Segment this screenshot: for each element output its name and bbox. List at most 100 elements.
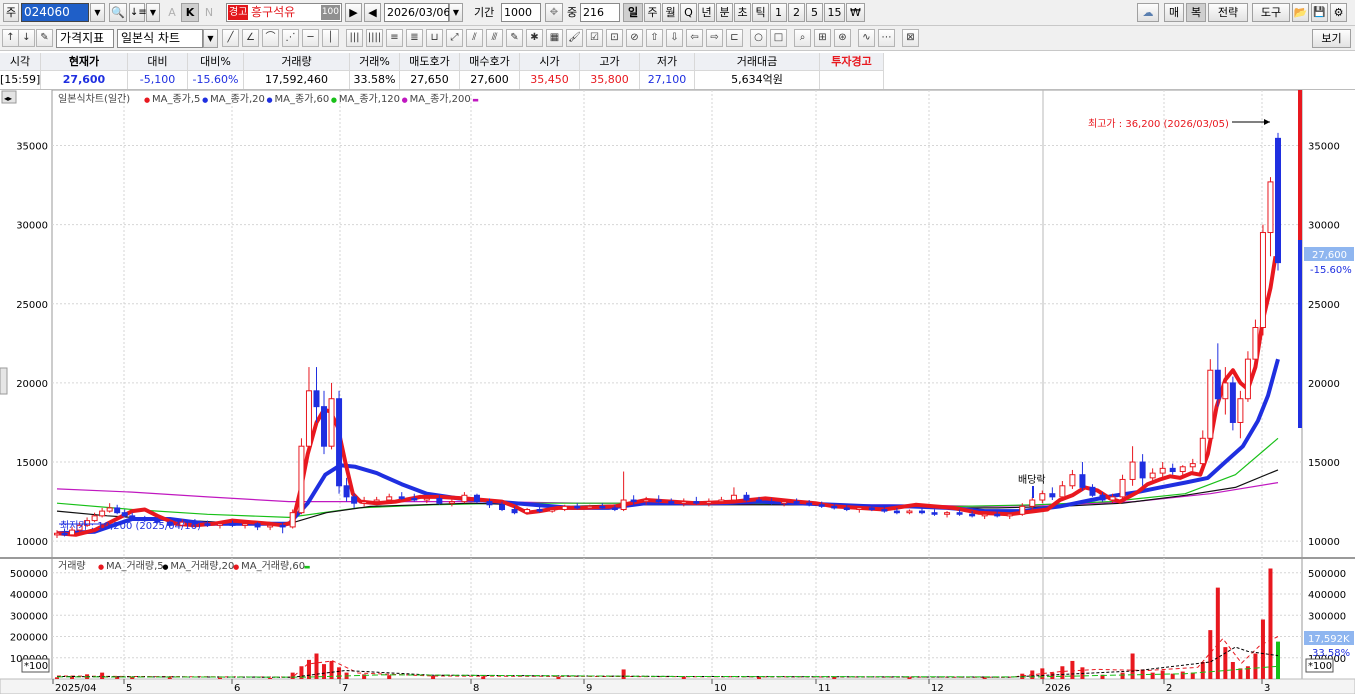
next-stock-button[interactable]: ▶ bbox=[345, 3, 362, 22]
cycle-tool-icon[interactable]: |||| bbox=[366, 29, 383, 47]
rect-tool-icon[interactable]: □ bbox=[770, 29, 787, 47]
arc-tool-icon[interactable]: ⌒ bbox=[262, 29, 279, 47]
candle-body bbox=[586, 505, 593, 509]
n-toggle[interactable]: N bbox=[203, 3, 215, 22]
memo-tool-icon[interactable]: ⊏ bbox=[726, 29, 743, 47]
x-tick-label: 6 bbox=[234, 683, 240, 694]
count-input[interactable]: 216 bbox=[580, 3, 620, 22]
dash-tool-icon[interactable]: ⋯ bbox=[878, 29, 895, 47]
timeframe-button[interactable]: Q bbox=[680, 3, 697, 22]
timeframe-button[interactable]: 분 bbox=[716, 3, 733, 22]
plot-frame bbox=[51, 90, 1303, 680]
eraser-tool-icon[interactable]: ⊠ bbox=[902, 29, 919, 47]
channel-tool-icon[interactable]: ⫽ bbox=[466, 29, 483, 47]
quote-value: 27,650 bbox=[400, 71, 460, 89]
stock-name-field[interactable]: 경고 흥구석유 100 bbox=[226, 3, 342, 22]
pencil-tool-icon[interactable]: ✎ bbox=[506, 29, 523, 47]
up-tool-icon[interactable]: ⇧ bbox=[646, 29, 663, 47]
candle-body bbox=[106, 507, 113, 512]
up-arrow-icon[interactable]: ↑ bbox=[2, 29, 19, 47]
timeframe-button[interactable]: 월 bbox=[662, 3, 679, 22]
vline-tool-icon[interactable]: │ bbox=[322, 29, 339, 47]
candle-body bbox=[1189, 463, 1196, 468]
date-input[interactable]: 2026/03/06 bbox=[384, 3, 450, 22]
chart-type-dropdown-icon[interactable]: ▼ bbox=[203, 29, 218, 48]
y-tick-label-left: 10000 bbox=[16, 537, 48, 548]
timeframe-button[interactable]: 틱 bbox=[752, 3, 769, 22]
stock-chart[interactable]: ◂▸ 2025/04 5 6 7 8 9 10 11 12 2026 2 3 10000 10000 1500… bbox=[0, 90, 1355, 694]
x-tick-label: 8 bbox=[473, 683, 479, 694]
fibo-tool-icon[interactable]: ≣ bbox=[406, 29, 423, 47]
timeframe-button[interactable]: 주 bbox=[644, 3, 661, 22]
left-tool-icon[interactable]: ⇦ bbox=[686, 29, 703, 47]
prev-stock-button[interactable]: ◀ bbox=[364, 3, 381, 22]
target-tool-icon[interactable]: ⊛ bbox=[834, 29, 851, 47]
sell-button[interactable]: 매 bbox=[1164, 3, 1184, 22]
candle-body bbox=[321, 406, 328, 447]
a-toggle[interactable]: A bbox=[166, 3, 178, 22]
bar-tool-icon[interactable]: ⊔ bbox=[426, 29, 443, 47]
parallel-tool-icon[interactable]: ⫻ bbox=[486, 29, 503, 47]
price-legend-item: MA_종가,5 bbox=[152, 93, 200, 105]
timeframe-button[interactable]: ₩ bbox=[846, 3, 865, 22]
timeframe-button[interactable]: 일 bbox=[623, 3, 643, 22]
line-tool-icon[interactable]: ╱ bbox=[222, 29, 239, 47]
circle-tool-icon[interactable]: ○ bbox=[750, 29, 767, 47]
edit-icon[interactable]: ✎ bbox=[36, 29, 53, 47]
x-tick-label: 12 bbox=[931, 683, 944, 694]
brush-tool-icon[interactable]: 🖌 bbox=[566, 29, 583, 47]
zoom-tool-icon[interactable]: ⌕ bbox=[794, 29, 811, 47]
candle-body bbox=[668, 501, 675, 504]
timeframe-button[interactable]: 15 bbox=[824, 3, 845, 22]
crosshair-icon[interactable]: ✥ bbox=[545, 3, 563, 22]
candle-body bbox=[743, 494, 750, 501]
hline-tool-icon[interactable]: ─ bbox=[302, 29, 319, 47]
date-dropdown-icon[interactable]: ▼ bbox=[449, 3, 463, 22]
grid-tool-icon[interactable]: ||| bbox=[346, 29, 363, 47]
period-input[interactable]: 1000 bbox=[501, 3, 541, 22]
fan-tool-icon[interactable]: ⋰ bbox=[282, 29, 299, 47]
magic-tool-icon[interactable]: ✱ bbox=[526, 29, 543, 47]
y-tick-label-right: 25000 bbox=[1308, 300, 1340, 311]
cloud-icon[interactable]: ☁ bbox=[1137, 3, 1159, 22]
stock-code-input[interactable]: 024060 bbox=[21, 3, 89, 22]
save-icon[interactable]: 💾 bbox=[1311, 3, 1328, 22]
measure-tool-icon[interactable]: ⊘ bbox=[626, 29, 643, 47]
indicator-dropdown[interactable]: 가격지표 bbox=[56, 29, 114, 48]
sort-dropdown-icon[interactable]: ▼ bbox=[146, 3, 160, 22]
tools-button[interactable]: 도구 bbox=[1252, 3, 1290, 22]
settings-icon[interactable]: ⚙ bbox=[1330, 3, 1347, 22]
legend-marker: ● bbox=[144, 96, 150, 104]
down-tool-icon[interactable]: ⇩ bbox=[666, 29, 683, 47]
open-folder-icon[interactable]: 📂 bbox=[1292, 3, 1309, 22]
timeframe-button[interactable]: 초 bbox=[734, 3, 751, 22]
strategy-button[interactable]: 전략 bbox=[1208, 3, 1248, 22]
right-tool-icon[interactable]: ⇨ bbox=[706, 29, 723, 47]
market-select[interactable]: 주 bbox=[3, 3, 19, 22]
timeframe-button[interactable]: 5 bbox=[806, 3, 823, 22]
code-dropdown-icon[interactable]: ▼ bbox=[90, 3, 105, 22]
down-arrow-icon[interactable]: ↓ bbox=[18, 29, 35, 47]
k-toggle[interactable]: K bbox=[181, 3, 199, 22]
color-tool-icon[interactable]: ▦ bbox=[546, 29, 563, 47]
chart-type-dropdown[interactable]: 일본식 차트 bbox=[117, 29, 203, 48]
wave-tool-icon[interactable]: ∿ bbox=[858, 29, 875, 47]
note-tool-icon[interactable]: ☑ bbox=[586, 29, 603, 47]
volume-tick-label-left: 300000 bbox=[10, 611, 48, 622]
timeframe-button[interactable]: 2 bbox=[788, 3, 805, 22]
angle-tool-icon[interactable]: ∠ bbox=[242, 29, 259, 47]
trend-tool-icon[interactable]: ⤢ bbox=[446, 29, 463, 47]
compound-button[interactable]: 복 bbox=[1186, 3, 1206, 22]
quote-header: 거래대금 bbox=[695, 53, 820, 71]
x-tick-label: 7 bbox=[342, 683, 348, 694]
price-tag-value: 27,600 bbox=[1312, 250, 1347, 261]
search-icon[interactable]: 🔍 bbox=[109, 3, 127, 22]
candle-body bbox=[906, 510, 913, 514]
timeframe-button[interactable]: 1 bbox=[770, 3, 787, 22]
retrace-tool-icon[interactable]: ≡ bbox=[386, 29, 403, 47]
view-button[interactable]: 보기 bbox=[1312, 29, 1351, 48]
timeframe-button[interactable]: 년 bbox=[698, 3, 715, 22]
scan-tool-icon[interactable]: ⊞ bbox=[814, 29, 831, 47]
sort-icon[interactable]: ↓≡ bbox=[129, 3, 147, 22]
stamp-tool-icon[interactable]: ⊡ bbox=[606, 29, 623, 47]
